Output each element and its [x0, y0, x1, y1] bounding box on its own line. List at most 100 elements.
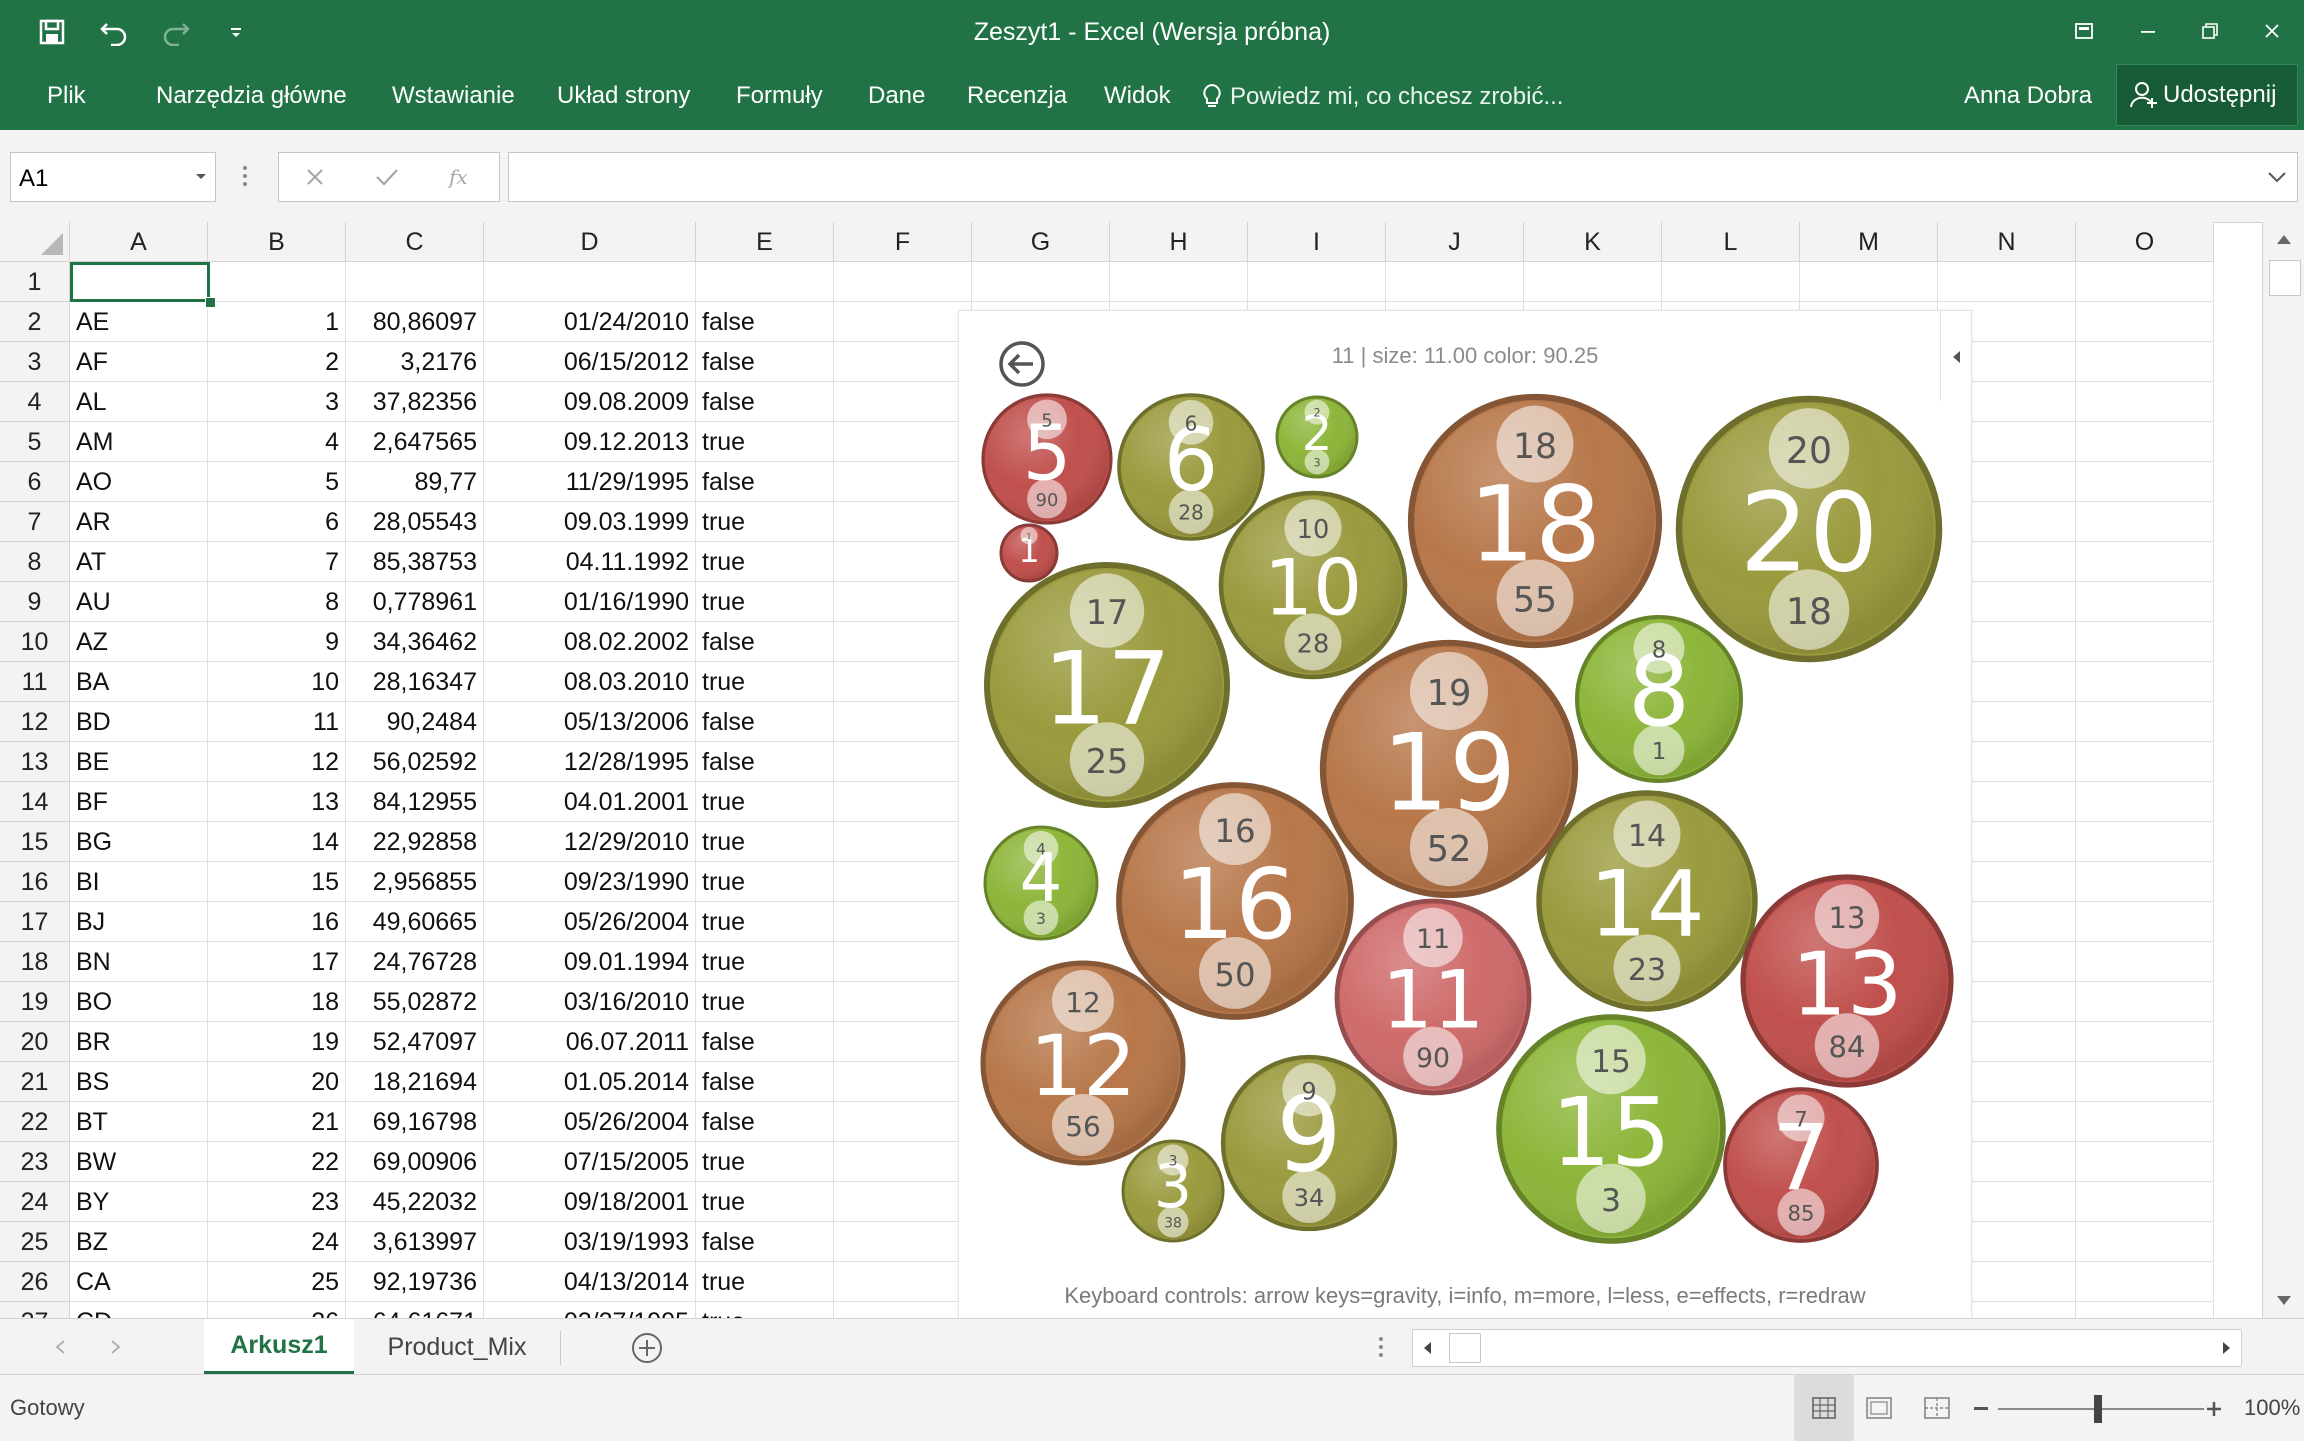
cell[interactable]	[2076, 702, 2214, 742]
cell[interactable]	[2076, 582, 2214, 622]
cell[interactable]: 3,2176	[346, 342, 484, 382]
ribbon-display-options-icon[interactable]	[2054, 8, 2114, 54]
cell[interactable]	[834, 702, 972, 742]
cell[interactable]: false	[696, 742, 834, 782]
cell[interactable]	[834, 1182, 972, 1222]
cell[interactable]	[696, 262, 834, 302]
cell[interactable]	[1662, 262, 1800, 302]
cell[interactable]	[834, 462, 972, 502]
bubble-3[interactable]: 3338	[1121, 1139, 1225, 1243]
cell[interactable]: 15	[208, 862, 346, 902]
cell[interactable]	[2076, 1302, 2214, 1318]
cell[interactable]	[834, 902, 972, 942]
cell[interactable]	[2076, 1022, 2214, 1062]
cell[interactable]	[2076, 262, 2214, 302]
cell[interactable]: 28,16347	[346, 662, 484, 702]
cell[interactable]	[834, 342, 972, 382]
cell[interactable]: false	[696, 302, 834, 342]
page-break-view-icon[interactable]	[1924, 1397, 1950, 1419]
bubble-11[interactable]: 111190	[1334, 898, 1532, 1096]
cell[interactable]	[2076, 742, 2214, 782]
row-header[interactable]: 24	[0, 1182, 70, 1222]
cell[interactable]: 02/27/1995	[484, 1302, 696, 1318]
cell[interactable]	[1524, 262, 1662, 302]
scroll-up-icon[interactable]	[2275, 232, 2293, 246]
cell[interactable]: 26	[208, 1302, 346, 1318]
cell[interactable]: 05/26/2004	[484, 902, 696, 942]
cell[interactable]: true	[696, 542, 834, 582]
bubble-14[interactable]: 141423	[1536, 790, 1758, 1012]
cell[interactable]	[1110, 262, 1248, 302]
bubble-6[interactable]: 6628	[1117, 393, 1265, 541]
cell[interactable]: 34,36462	[346, 622, 484, 662]
select-all-corner[interactable]	[0, 222, 70, 262]
cell[interactable]: false	[696, 622, 834, 662]
row-header[interactable]: 17	[0, 902, 70, 942]
cell[interactable]: AF	[70, 342, 208, 382]
column-header-l[interactable]: L	[1662, 222, 1800, 262]
row-header[interactable]: 25	[0, 1222, 70, 1262]
cell[interactable]	[834, 502, 972, 542]
cell[interactable]: 85,38753	[346, 542, 484, 582]
row-header[interactable]: 22	[0, 1102, 70, 1142]
cell[interactable]: 55,02872	[346, 982, 484, 1022]
scroll-down-icon[interactable]	[2275, 1294, 2293, 1308]
bubble-8[interactable]: 881	[1574, 614, 1744, 784]
share-button[interactable]: Udostępnij	[2116, 64, 2298, 126]
tab-review[interactable]: Recenzja	[967, 82, 1067, 110]
cell[interactable]: 05/13/2006	[484, 702, 696, 742]
next-sheet-icon[interactable]	[110, 1339, 122, 1355]
cell[interactable]	[834, 422, 972, 462]
cell[interactable]	[834, 742, 972, 782]
cell[interactable]: 80,86097	[346, 302, 484, 342]
restore-icon[interactable]	[2180, 8, 2240, 54]
minimize-icon[interactable]	[2118, 8, 2178, 54]
cell[interactable]: 16	[208, 902, 346, 942]
bubble-19[interactable]: 191952	[1319, 639, 1579, 899]
cell[interactable]	[834, 1262, 972, 1302]
bubble-4[interactable]: 443	[983, 825, 1099, 941]
cell[interactable]	[834, 942, 972, 982]
cell[interactable]: 11	[208, 702, 346, 742]
cell[interactable]: AR	[70, 502, 208, 542]
scroll-left-icon[interactable]	[1421, 1340, 1433, 1356]
sheet-tab-product-mix[interactable]: Product_Mix	[360, 1325, 554, 1371]
cell[interactable]	[834, 382, 972, 422]
sheet-tab-arkusz1[interactable]: Arkusz1	[204, 1319, 354, 1375]
cell[interactable]: 6	[208, 502, 346, 542]
cell[interactable]: BI	[70, 862, 208, 902]
cell[interactable]: BW	[70, 1142, 208, 1182]
cell[interactable]: AO	[70, 462, 208, 502]
close-icon[interactable]	[2242, 8, 2302, 54]
cell[interactable]	[834, 1302, 972, 1318]
cell[interactable]: 2	[208, 342, 346, 382]
tab-insert[interactable]: Wstawianie	[392, 82, 515, 110]
cell[interactable]: BA	[70, 662, 208, 702]
cell[interactable]: BZ	[70, 1222, 208, 1262]
zoom-in-icon[interactable]	[2206, 1401, 2222, 1417]
cell[interactable]: 20	[208, 1062, 346, 1102]
cell[interactable]: 24,76728	[346, 942, 484, 982]
row-header[interactable]: 20	[0, 1022, 70, 1062]
cell[interactable]: true	[696, 822, 834, 862]
cell[interactable]: 09.08.2009	[484, 382, 696, 422]
cell[interactable]	[1800, 262, 1938, 302]
row-header[interactable]: 16	[0, 862, 70, 902]
cell[interactable]	[484, 262, 696, 302]
cell[interactable]: 09.12.2013	[484, 422, 696, 462]
cell[interactable]: 9	[208, 622, 346, 662]
row-header[interactable]: 2	[0, 302, 70, 342]
cell[interactable]: true	[696, 1182, 834, 1222]
cell[interactable]: 18	[208, 982, 346, 1022]
cell[interactable]: false	[696, 382, 834, 422]
cell[interactable]: 09.01.1994	[484, 942, 696, 982]
cell[interactable]: 12/29/2010	[484, 822, 696, 862]
cell[interactable]	[2076, 622, 2214, 662]
cell[interactable]: 69,00906	[346, 1142, 484, 1182]
cell[interactable]: false	[696, 1102, 834, 1142]
cell[interactable]: 4	[208, 422, 346, 462]
cell[interactable]	[834, 662, 972, 702]
cell[interactable]	[2076, 382, 2214, 422]
cell[interactable]: true	[696, 582, 834, 622]
row-header[interactable]: 4	[0, 382, 70, 422]
